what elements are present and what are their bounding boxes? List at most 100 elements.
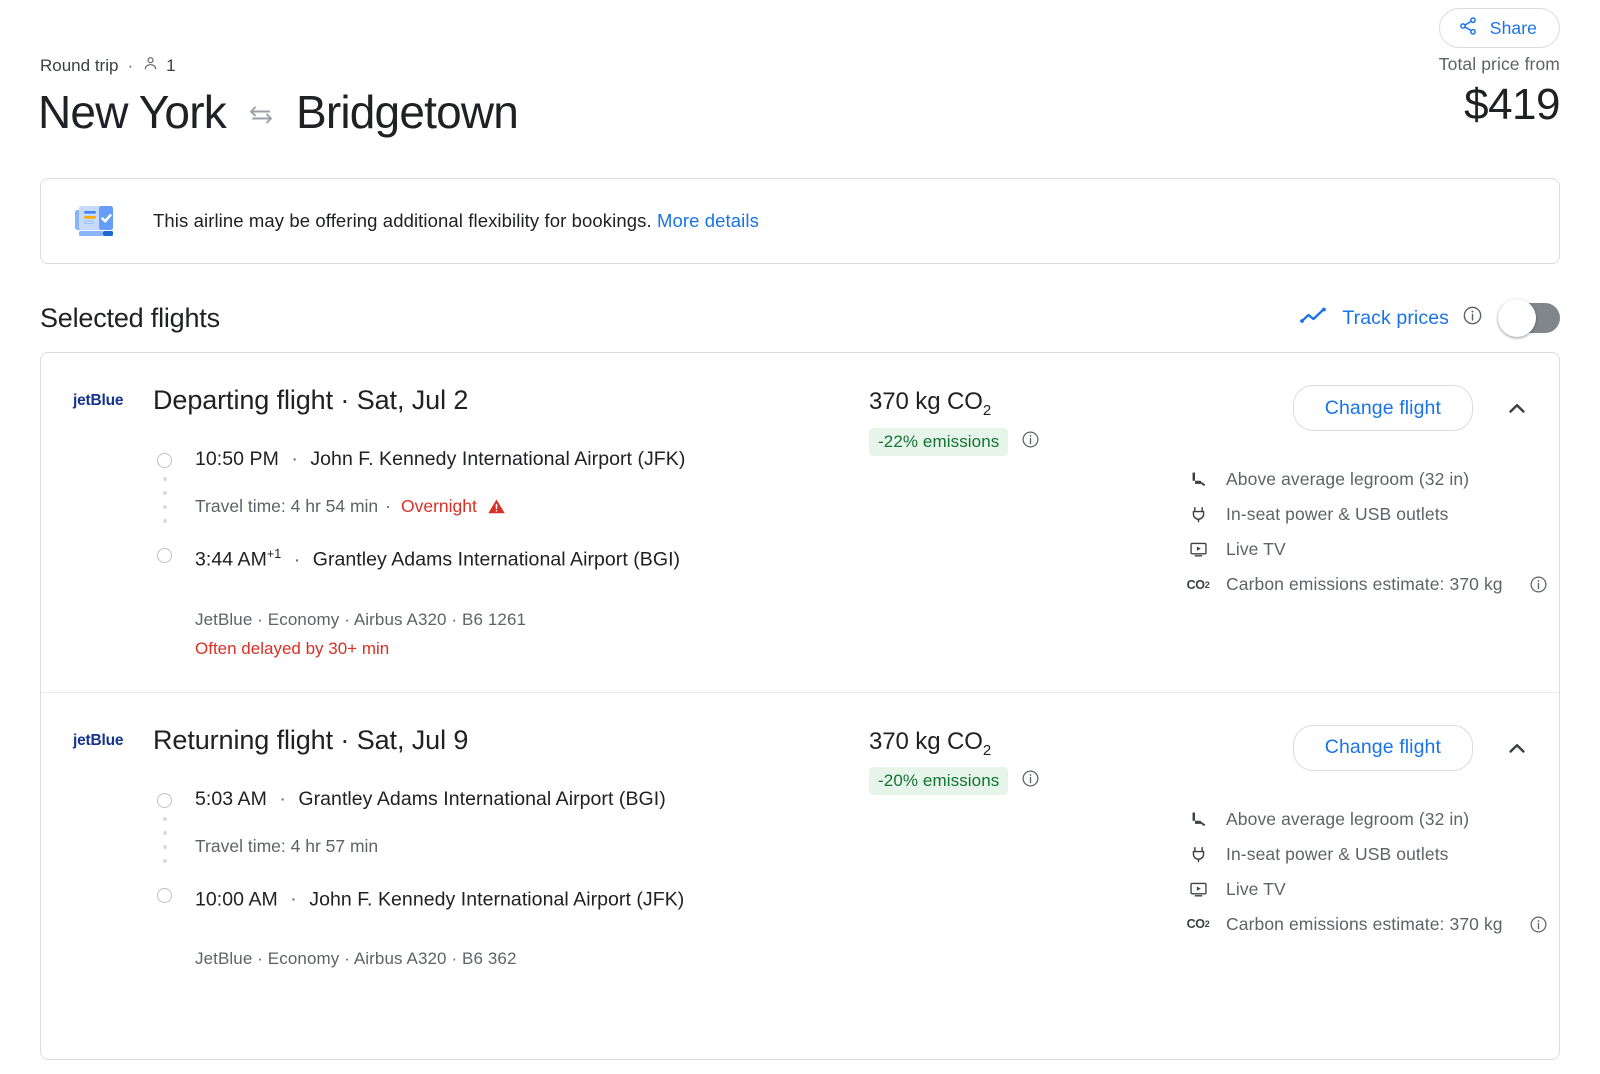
warning-triangle-icon — [487, 497, 506, 516]
arrival-row: 3:44 AM+1 · Grantley Adams International… — [195, 547, 681, 571]
flexibility-banner: This airline may be offering additional … — [40, 178, 1560, 264]
timeline-origin-dot — [157, 792, 172, 808]
amenity-label: In-seat power & USB outlets — [1226, 504, 1449, 524]
amenity-live-tv: Live TV — [1187, 872, 1559, 907]
amenity-legroom: Above average legroom (32 in) — [1187, 462, 1559, 497]
timeline — [157, 792, 173, 913]
track-prices-toggle[interactable] — [1498, 299, 1560, 337]
departure-airport: Grantley Adams International Airport (BG… — [298, 787, 666, 810]
co2-icon: CO 2 — [1186, 917, 1210, 931]
live-tv-icon — [1187, 540, 1209, 559]
travel-time-row: Travel time: 4 hr 57 min — [195, 834, 859, 858]
co2-subscript: 2 — [982, 741, 992, 759]
trip-type: Round trip — [40, 56, 119, 75]
carbon-info-icon[interactable] — [1529, 915, 1548, 934]
co2-badge-row: -22% emissions — [869, 427, 1169, 456]
page-title: Selected flights — [40, 302, 220, 333]
emissions-badge: -22% emissions — [869, 427, 1009, 456]
carbon-info-icon[interactable] — [1529, 575, 1548, 594]
leg-title: Returning flight · Sat, Jul 9 — [153, 723, 859, 757]
timeline-destination-dot — [157, 887, 172, 903]
emissions-info-icon[interactable] — [1021, 430, 1040, 454]
timeline — [157, 453, 173, 573]
co2-subscript: 2 — [982, 401, 992, 419]
travel-time-row: Travel time: 4 hr 54 min · Overnight — [195, 494, 859, 518]
airline-logo: jetBlue — [41, 723, 153, 750]
change-flight-button[interactable]: Change flight — [1292, 724, 1473, 771]
passenger-count: 1 — [166, 56, 176, 75]
track-prices-label[interactable]: Track prices — [1342, 307, 1449, 330]
leg-title-text: Returning flight — [153, 724, 334, 755]
amenity-label: Live TV — [1226, 539, 1286, 559]
more-details-link[interactable]: More details — [657, 210, 759, 231]
departing-flight-details: Departing flight · Sat, Jul 2 10:50 PM ·… — [153, 383, 869, 692]
arrival-row: 10:00 AM · John F. Kennedy International… — [195, 888, 685, 910]
departing-flight-meta: JetBlue · Economy · Airbus A320 · B6 126… — [153, 607, 859, 692]
departing-actions: Change flight Above average legroom (32 … — [1169, 383, 1559, 602]
departure-time: 5:03 AM — [195, 787, 267, 810]
power-plug-icon — [1187, 505, 1209, 524]
swap-arrows-icon — [246, 103, 276, 127]
arrival-airport: John F. Kennedy International Airport (J… — [309, 888, 685, 910]
change-flight-button[interactable]: Change flight — [1292, 385, 1473, 431]
travel-time: Travel time: 4 hr 57 min — [195, 835, 379, 856]
share-icon — [1458, 16, 1478, 41]
departure-row: 5:03 AM · Grantley Adams International A… — [195, 787, 666, 810]
legroom-icon — [1187, 810, 1209, 829]
arrival-day-offset: +1 — [266, 547, 282, 561]
flexibility-banner-text: This airline may be offering additional … — [153, 210, 759, 232]
co2-amount: 370 kg CO — [869, 727, 983, 755]
amenity-label: Above average legroom (32 in) — [1226, 808, 1470, 829]
departure-airport: John F. Kennedy International Airport (J… — [310, 448, 686, 470]
returning-flight-leg: jetBlue Returning flight · Sat, Jul 9 5:… — [41, 691, 1559, 1002]
track-prices-group: Track prices — [1299, 299, 1560, 337]
amenity-label: Above average legroom (32 in) — [1226, 469, 1470, 489]
travel-time: Travel time: 4 hr 54 min — [195, 496, 379, 516]
airline-logo-text: jetBlue — [73, 392, 124, 409]
returning-itinerary: 5:03 AM · Grantley Adams International A… — [153, 786, 859, 913]
chevron-up-icon[interactable] — [1503, 394, 1531, 422]
leg-title-text: Departing flight — [153, 385, 334, 415]
departing-amenities: Above average legroom (32 in) In-seat po… — [1169, 462, 1559, 602]
toggle-knob — [1498, 299, 1536, 337]
total-price-value: $419 — [1464, 80, 1560, 129]
amenity-power: In-seat power & USB outlets — [1187, 497, 1559, 532]
flight-meta-line: JetBlue · Economy · Airbus A320 · B6 362 — [195, 949, 517, 968]
total-price-label: Total price from — [1438, 54, 1560, 74]
emissions-info-icon[interactable] — [1021, 769, 1040, 793]
amenity-label: In-seat power & USB outlets — [1226, 843, 1449, 864]
leg-title-date: Sat, Jul 2 — [356, 385, 469, 415]
returning-flight-meta: JetBlue · Economy · Airbus A320 · B6 362 — [153, 946, 859, 1001]
total-price-block: Total price from $419 — [1438, 54, 1561, 133]
arrival-airport: Grantley Adams International Airport (BG… — [312, 548, 681, 571]
selected-flights-header: Selected flights Track prices — [40, 298, 1560, 338]
leg-title-separator: · — [340, 724, 350, 755]
amenity-label: Carbon emissions estimate: 370 kg — [1226, 913, 1503, 934]
leg-title: Departing flight · Sat, Jul 2 — [153, 383, 859, 417]
person-icon — [142, 55, 159, 77]
returning-emissions: 370 kg CO2 -20% emissions — [869, 723, 1169, 796]
co2-icon: CO 2 — [1186, 577, 1210, 592]
info-icon[interactable] — [1462, 305, 1483, 331]
trending-line-icon — [1299, 304, 1329, 333]
leg-title-date: Sat, Jul 9 — [356, 724, 469, 755]
co2-value: 370 kg CO2 — [869, 388, 1169, 419]
timeline-connector — [163, 477, 167, 523]
chevron-up-icon[interactable] — [1503, 734, 1531, 762]
timeline-origin-dot — [157, 453, 172, 468]
share-button[interactable]: Share — [1438, 8, 1560, 48]
co2-badge-row: -20% emissions — [869, 767, 1169, 796]
passenger-count-group: 1 — [142, 55, 176, 77]
route-title: New York Bridgetown — [38, 82, 519, 142]
delay-warning: Often delayed by 30+ min — [195, 638, 390, 658]
share-label: Share — [1489, 17, 1537, 38]
departing-emissions: 370 kg CO2 -22% emissions — [869, 383, 1169, 456]
overnight-label: Overnight — [401, 496, 477, 516]
flexible-booking-icon — [73, 198, 119, 245]
departing-itinerary: 10:50 PM · John F. Kennedy International… — [153, 446, 859, 573]
departure-time: 10:50 PM — [195, 448, 279, 470]
emissions-badge: -20% emissions — [869, 767, 1009, 796]
arrival-time: 10:00 AM — [195, 888, 278, 910]
banner-message: This airline may be offering additional … — [153, 210, 652, 231]
returning-amenities: Above average legroom (32 in) In-seat po… — [1169, 802, 1559, 942]
